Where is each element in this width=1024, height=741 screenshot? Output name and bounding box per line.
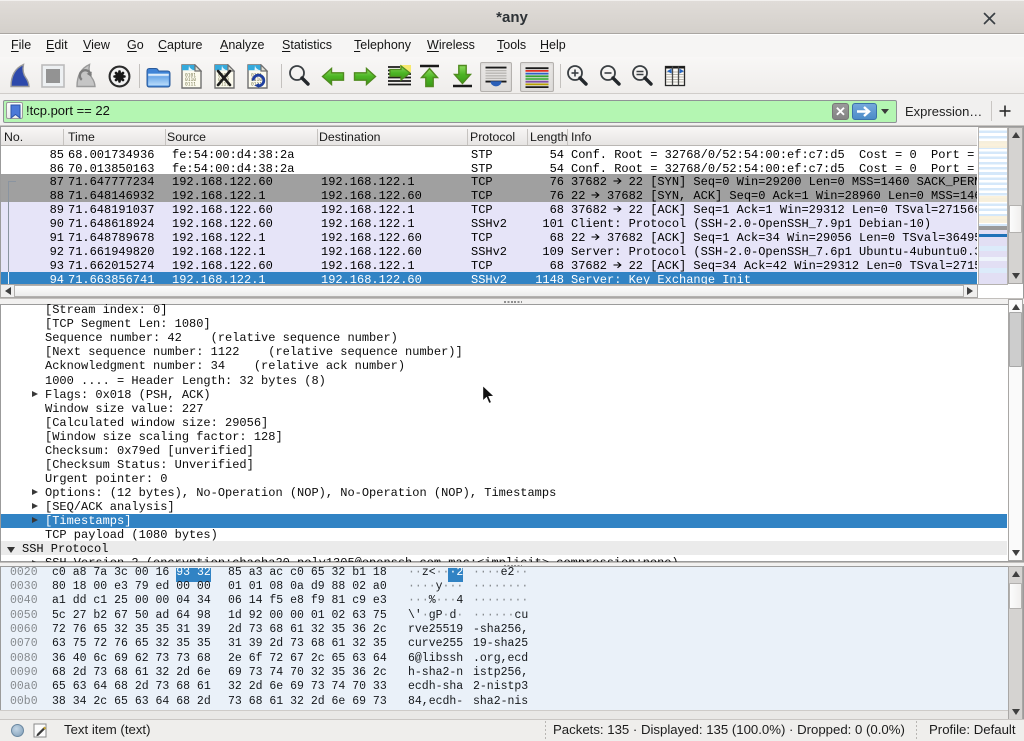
svg-text:0111: 0111 bbox=[185, 82, 196, 88]
